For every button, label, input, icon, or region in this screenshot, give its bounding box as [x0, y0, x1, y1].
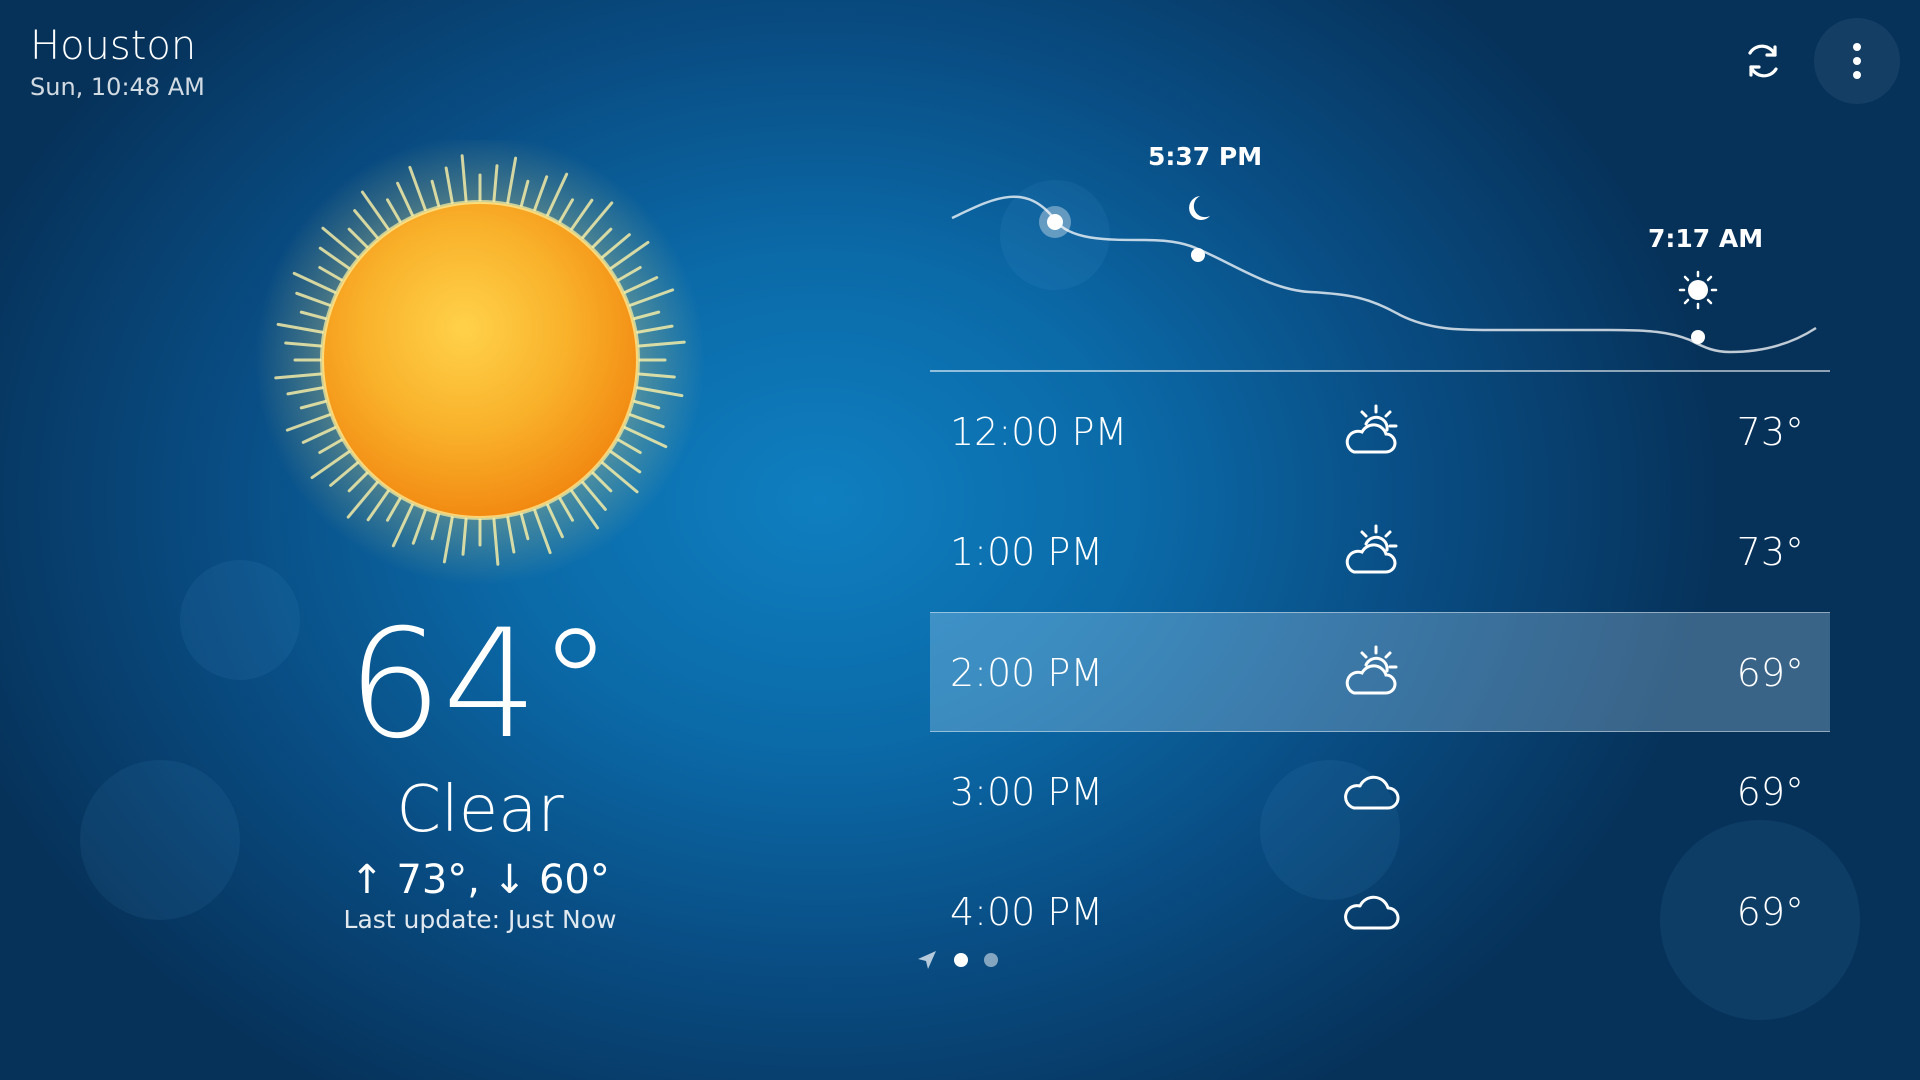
hour-temperature: 73° — [1736, 530, 1804, 574]
more-vertical-icon — [1853, 43, 1861, 79]
hourly-row[interactable]: 1:00 PM 73° — [930, 492, 1830, 612]
cloud-icon — [1340, 760, 1404, 824]
partly-sunny-icon — [1340, 641, 1404, 705]
page-dot-active[interactable] — [954, 953, 968, 967]
hourly-row[interactable]: 4:00 PM 69° — [930, 852, 1830, 972]
sun-icon — [255, 135, 705, 585]
hour-time: 12:00 PM — [950, 410, 1128, 454]
last-update-text: Last update: Just Now — [343, 905, 617, 934]
cloud-icon — [1340, 880, 1404, 944]
hourly-row-selected[interactable]: 2:00 PM 69° — [930, 612, 1830, 732]
current-condition: Clear — [396, 773, 564, 847]
moon-icon — [1189, 196, 1210, 220]
overflow-menu-button[interactable] — [1814, 18, 1900, 104]
sunrise-marker — [1691, 330, 1705, 344]
sunset-time: 5:37 PM — [1148, 142, 1263, 171]
partly-sunny-icon — [1340, 400, 1404, 464]
sunrise-time: 7:17 AM — [1648, 224, 1764, 253]
sunset-marker — [1191, 248, 1205, 262]
hour-temperature: 69° — [1736, 770, 1804, 814]
hourly-forecast-list: 12:00 PM 73° 1:00 PM 73° 2:00 PM 69° 3:0… — [930, 370, 1830, 972]
refresh-icon — [1748, 44, 1778, 78]
hour-temperature: 69° — [1736, 651, 1804, 695]
hourly-row[interactable]: 3:00 PM 69° — [930, 732, 1830, 852]
hour-temperature: 73° — [1736, 410, 1804, 454]
current-temperature: 64° — [347, 598, 613, 772]
hourly-row[interactable]: 12:00 PM 73° — [930, 372, 1830, 492]
partly-sunny-icon — [1340, 520, 1404, 584]
page-indicator — [916, 946, 998, 974]
city-name: Houston — [30, 23, 197, 69]
sun-timeline: 5:37 PM 7:17 AM — [930, 130, 1830, 370]
weather-condition-image — [240, 135, 720, 620]
page-dot[interactable] — [984, 953, 998, 967]
hour-time: 1:00 PM — [950, 530, 1104, 574]
high-low-temperature: ↑ 73°, ↓ 60° — [350, 857, 610, 903]
bokeh-light — [80, 760, 240, 920]
current-datetime: Sun, 10:48 AM — [30, 73, 205, 101]
hour-temperature: 69° — [1736, 890, 1804, 934]
hour-time: 2:00 PM — [950, 651, 1104, 695]
location-arrow-icon — [918, 951, 936, 969]
hour-time: 3:00 PM — [950, 770, 1104, 814]
sun-small-icon — [1678, 270, 1718, 310]
refresh-button[interactable] — [1720, 18, 1806, 104]
